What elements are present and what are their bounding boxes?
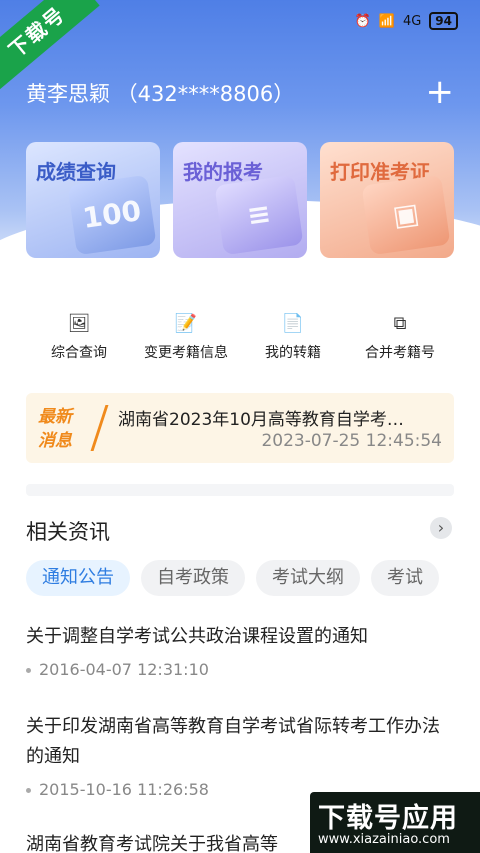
registration-icon: ≡: [214, 174, 304, 256]
news-title[interactable]: 湖南省2023年10月高等教育自学考…: [118, 405, 444, 430]
image-icon: 🖼: [67, 313, 91, 334]
article-time: 2016-04-07 12:31:10: [26, 660, 446, 679]
quick-change-info[interactable]: 📝 变更考籍信息: [126, 312, 246, 362]
alarm-icon: ⏰: [354, 13, 371, 29]
transfer-doc-icon: 📄: [281, 313, 305, 334]
user-account[interactable]: 黄李思颖 （432****8806）: [26, 78, 294, 108]
card-my-registration[interactable]: 我的报考 ≡: [173, 142, 307, 258]
card-print-admission[interactable]: 打印准考证 ▣: [320, 142, 454, 258]
news-time: 2023-07-25 12:45:54: [261, 431, 442, 451]
latest-news-banner[interactable]: 最新 消息 湖南省2023年10月高等教育自学考… 2023-07-25 12:…: [26, 393, 454, 463]
quick-label: 变更考籍信息: [144, 345, 228, 361]
article-title: 关于调整自学考试公共政治课程设置的通知: [26, 626, 368, 647]
chevron-right-icon[interactable]: ›: [430, 517, 452, 539]
quick-my-transfer[interactable]: 📄 我的转籍: [233, 312, 353, 362]
quick-label: 合并考籍号: [365, 345, 435, 361]
news-divider: [90, 405, 109, 451]
list-item[interactable]: 关于调整自学考试公共政治课程设置的通知 2016-04-07 12:31:10: [26, 622, 446, 679]
tab-notice[interactable]: 通知公告: [26, 560, 130, 596]
tab-policy[interactable]: 自考政策: [141, 560, 245, 596]
section-divider: [26, 484, 454, 496]
tab-exam[interactable]: 考试: [371, 560, 439, 596]
tab-syllabus[interactable]: 考试大纲: [256, 560, 360, 596]
plus-icon[interactable]: +: [426, 72, 455, 112]
score-icon: 100: [67, 174, 157, 256]
status-bar: ⏰ 📶 4G 94: [355, 12, 458, 30]
quick-label: 我的转籍: [265, 345, 321, 361]
watermark-logo: 下载号应用 www.xiazainiao.com: [310, 792, 480, 853]
card-score-query[interactable]: 成绩查询 100: [26, 142, 160, 258]
quick-label: 综合查询: [51, 345, 107, 361]
section-title: 相关资讯: [26, 520, 110, 544]
quick-comprehensive-query[interactable]: 🖼 综合查询: [19, 312, 139, 362]
battery-level: 94: [429, 12, 458, 30]
signal-label: 4G: [402, 13, 422, 29]
list-item[interactable]: 关于印发湖南省高等教育自学考试省际转考工作办法的通知 2015-10-16 11…: [26, 712, 446, 799]
edit-doc-icon: 📝: [174, 313, 198, 334]
quick-merge-number[interactable]: ⧉ 合并考籍号: [340, 312, 460, 362]
admission-ticket-icon: ▣: [361, 174, 451, 256]
article-title: 关于印发湖南省高等教育自学考试省际转考工作办法的通知: [26, 716, 440, 767]
news-tag: 最新 消息: [38, 407, 72, 451]
news-tabs: 通知公告 自考政策 考试大纲 考试: [26, 560, 480, 596]
wifi-icon: 📶: [378, 13, 395, 29]
merge-icon: ⧉: [393, 313, 407, 334]
